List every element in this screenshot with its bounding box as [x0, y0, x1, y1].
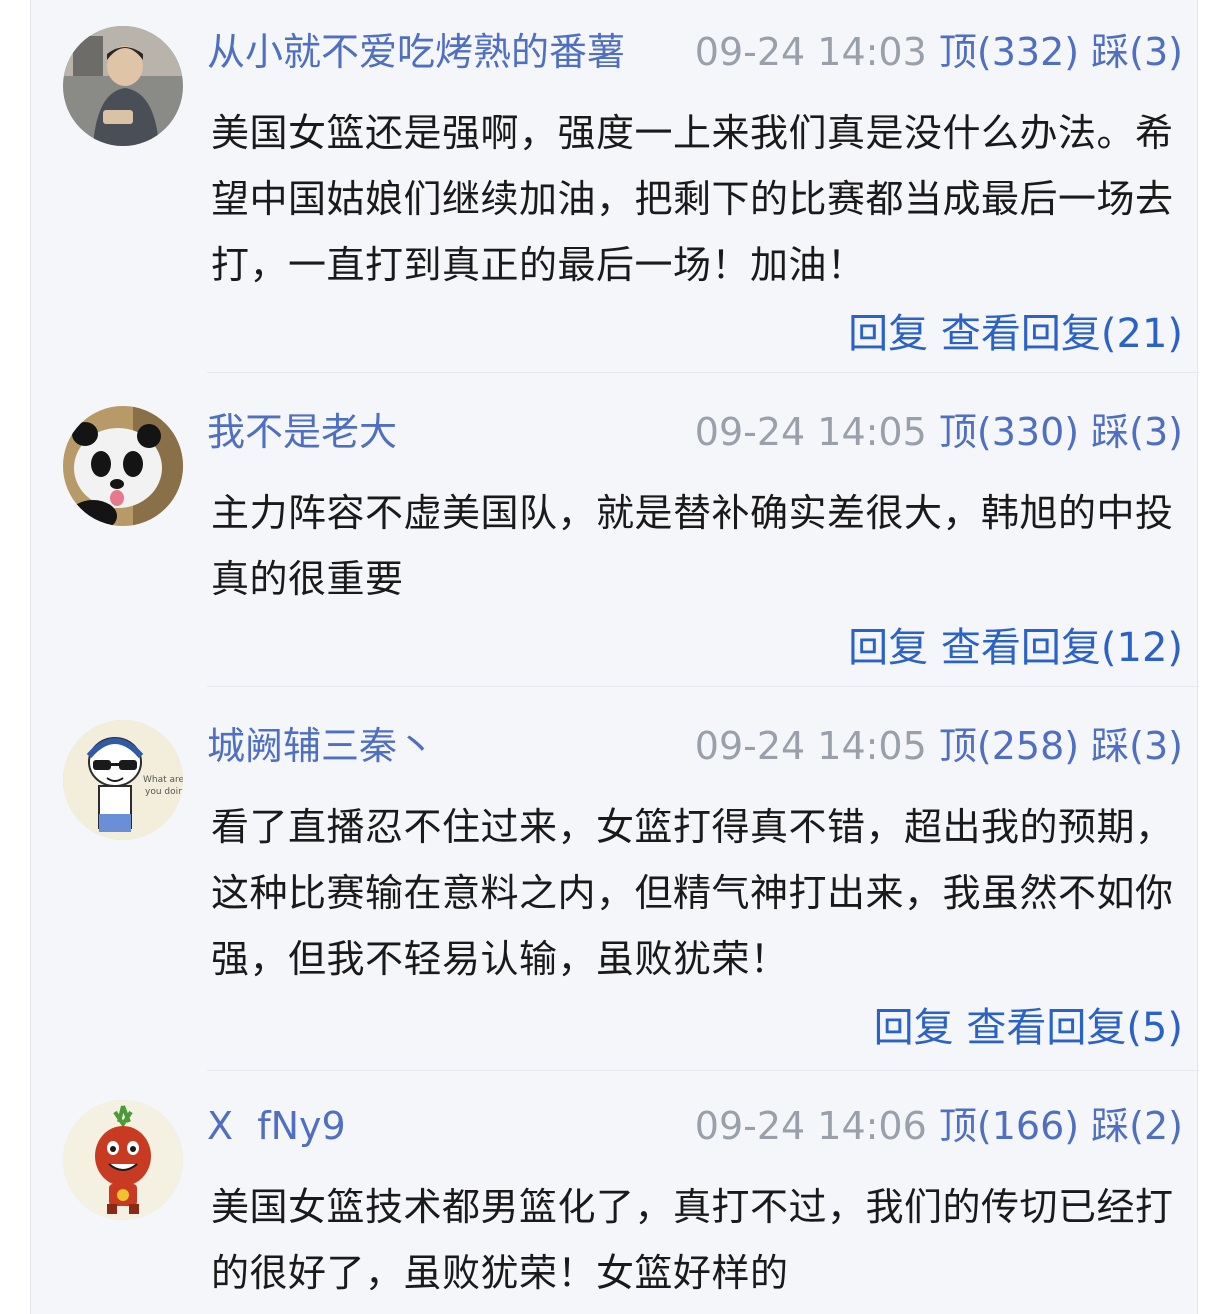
svg-text:What are: What are: [143, 775, 183, 785]
comment-text: 看了直播忍不住过来，女篮打得真不错，超出我的预期，这种比赛输在意料之内，但精气神…: [211, 805, 1174, 981]
svg-text:you doing?: you doing?: [145, 787, 183, 797]
meta-right: 09-24 14:03 顶(332) 踩(3): [695, 28, 1183, 76]
view-replies-button[interactable]: 查看回复(12): [941, 625, 1183, 671]
comment-actions: 回复 查看回复(5): [874, 1004, 1183, 1052]
username-link[interactable]: 城阙辅三秦丶: [207, 722, 435, 770]
comment-meta: X fNy9 09-24 14:06 顶(166) 踩(2): [207, 1102, 1183, 1150]
comment-item: What are you doing? 城阙辅三秦丶 09-24 14:05 顶…: [31, 694, 1199, 1074]
divider: [207, 686, 1199, 687]
reply-button[interactable]: 回复: [848, 625, 928, 671]
comment-meta: 我不是老大 09-24 14:05 顶(330) 踩(3): [207, 408, 1183, 456]
user-avatar[interactable]: [63, 406, 183, 526]
downvote-button[interactable]: 踩(2): [1091, 1104, 1183, 1148]
user-avatar[interactable]: [63, 26, 183, 146]
downvote-button[interactable]: 踩(3): [1091, 30, 1183, 74]
comment-text: 美国女篮技术都男篮化了，真打不过，我们的传切已经打的很好了，虽败犹荣！女篮好样的: [211, 1185, 1174, 1295]
username-link[interactable]: 我不是老大: [207, 408, 397, 456]
user-avatar[interactable]: What are you doing?: [63, 720, 183, 840]
comment-text: 主力阵容不虚美国队，就是替补确实差很大，韩旭的中投真的很重要: [211, 491, 1174, 601]
meta-right: 09-24 14:05 顶(330) 踩(3): [695, 408, 1183, 456]
comment-item: X fNy9 09-24 14:06 顶(166) 踩(2) 美国女篮技术都男篮…: [31, 1074, 1199, 1314]
reply-button[interactable]: 回复: [848, 311, 928, 357]
comment-text: 美国女篮还是强啊，强度一上来我们真是没什么办法。希望中国姑娘们继续加油，把剩下的…: [211, 111, 1174, 287]
divider: [207, 372, 1199, 373]
upvote-button[interactable]: 顶(332): [939, 30, 1079, 74]
comment-actions: 回复 查看回复(12): [848, 624, 1183, 672]
comment-timestamp: 09-24 14:06: [694, 1104, 927, 1148]
upvote-button[interactable]: 顶(258): [939, 724, 1079, 768]
meta-right: 09-24 14:05 顶(258) 踩(3): [695, 722, 1183, 770]
comment-actions: 回复 查看回复(21): [848, 310, 1183, 358]
view-replies-button[interactable]: 查看回复(5): [966, 1005, 1183, 1051]
meta-right: 09-24 14:06 顶(166) 踩(2): [695, 1102, 1183, 1150]
username-link[interactable]: X fNy9: [207, 1102, 346, 1150]
comment-timestamp: 09-24 14:05: [694, 724, 927, 768]
reply-button[interactable]: 回复: [874, 1005, 954, 1051]
comment-timestamp: 09-24 14:03: [694, 30, 927, 74]
downvote-button[interactable]: 踩(3): [1091, 724, 1183, 768]
username-link[interactable]: 从小就不爱吃烤熟的番薯: [207, 28, 625, 76]
view-replies-button[interactable]: 查看回复(21): [941, 311, 1183, 357]
upvote-button[interactable]: 顶(166): [939, 1104, 1079, 1148]
user-avatar[interactable]: [63, 1100, 183, 1220]
comment-meta: 城阙辅三秦丶 09-24 14:05 顶(258) 踩(3): [207, 722, 1183, 770]
downvote-button[interactable]: 踩(3): [1091, 410, 1183, 454]
upvote-button[interactable]: 顶(330): [939, 410, 1079, 454]
comment-panel: 从小就不爱吃烤熟的番薯 09-24 14:03 顶(332) 踩(3) 美国女篮…: [30, 0, 1199, 1314]
comment-meta: 从小就不爱吃烤熟的番薯 09-24 14:03 顶(332) 踩(3): [207, 28, 1183, 76]
comment-item: 我不是老大 09-24 14:05 顶(330) 踩(3) 主力阵容不虚美国队，…: [31, 380, 1199, 687]
comment-item: 从小就不爱吃烤熟的番薯 09-24 14:03 顶(332) 踩(3) 美国女篮…: [31, 0, 1199, 373]
comment-timestamp: 09-24 14:05: [694, 410, 927, 454]
divider: [207, 1070, 1199, 1071]
